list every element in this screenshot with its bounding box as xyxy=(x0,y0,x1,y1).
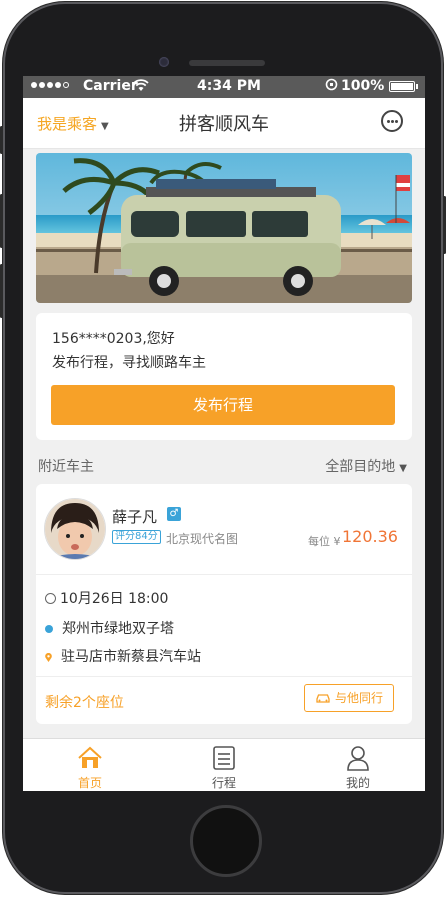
battery-icon xyxy=(389,81,415,92)
location-pin-icon xyxy=(45,653,52,662)
divider xyxy=(36,574,412,575)
page-title: 拼客顺风车 xyxy=(179,114,269,135)
tab-home[interactable]: 首页 xyxy=(23,744,157,791)
destination-text: 驻马店市新蔡县汽车站 xyxy=(61,649,201,665)
status-bar: Carrier 4:34 PM 100% xyxy=(23,76,425,98)
banner-image[interactable] xyxy=(36,153,412,303)
driver-score-badge: 评分84分 xyxy=(112,530,161,544)
origin-text: 郑州市绿地双子塔 xyxy=(62,621,174,637)
volume-up-button xyxy=(0,194,3,248)
departure-time-text: 10月26日 18:00 xyxy=(60,591,169,607)
ride-with-driver-label: 与他同行 xyxy=(334,691,383,705)
driver-card[interactable]: 薛子凡 ♂ 评分84分 北京现代名图 每位 ¥ 120.36 10月26日 18… xyxy=(36,484,412,724)
tab-itinerary-label: 行程 xyxy=(211,776,236,790)
earpiece-speaker xyxy=(189,60,265,66)
power-button xyxy=(443,196,446,254)
itinerary-icon xyxy=(213,746,235,770)
destination-filter[interactable]: 全部目的地 ▼ xyxy=(325,456,407,476)
home-icon xyxy=(78,746,102,768)
battery-percentage: 100% xyxy=(341,78,385,94)
tab-profile-label: 我的 xyxy=(345,776,370,790)
ride-with-driver-button[interactable]: 与他同行 xyxy=(304,684,394,712)
section-title: 附近车主 xyxy=(38,459,94,475)
message-icon[interactable] xyxy=(381,110,403,132)
signal-icon xyxy=(31,82,69,88)
publish-trip-button[interactable]: 发布行程 xyxy=(51,385,395,425)
wifi-icon xyxy=(133,78,149,95)
volume-down-button xyxy=(0,264,3,318)
origin-dot-icon xyxy=(45,625,53,633)
user-icon xyxy=(347,746,369,771)
carrier-name: Carrier xyxy=(83,78,138,94)
tab-profile[interactable]: 我的 xyxy=(291,744,425,791)
greeting-line: 156****0203,您好 xyxy=(52,331,175,347)
greeting-card: 156****0203,您好 发布行程，寻找顺路车主 发布行程 xyxy=(36,313,412,440)
greeting-subline: 发布行程，寻找顺路车主 xyxy=(52,355,206,371)
driver-name: 薛子凡 xyxy=(112,508,158,526)
nearby-drivers-header: 附近车主 全部目的地 ▼ xyxy=(23,450,425,480)
nav-bar: 我是乘客 ▼ 拼客顺风车 xyxy=(23,98,425,149)
vw-bus-beach-illustration xyxy=(36,153,412,303)
caret-down-icon: ▼ xyxy=(399,463,407,474)
destination: 驻马店市新蔡县汽车站 xyxy=(45,646,201,666)
driver-car-model: 北京现代名图 xyxy=(166,532,239,546)
avatar[interactable] xyxy=(44,498,106,560)
male-icon: ♂ xyxy=(167,507,181,521)
price-value: 120.36 xyxy=(342,527,398,546)
price-label: 每位 ¥ xyxy=(308,535,341,548)
destination-filter-label: 全部目的地 xyxy=(325,459,396,475)
car-icon xyxy=(316,694,330,703)
tab-itinerary[interactable]: 行程 xyxy=(157,744,291,791)
seats-remaining: 剩余2个座位 xyxy=(45,695,124,711)
home-button[interactable] xyxy=(190,805,262,877)
origin: 郑州市绿地双子塔 xyxy=(45,618,174,638)
tab-home-label: 首页 xyxy=(77,776,102,790)
mute-switch xyxy=(0,126,3,154)
divider xyxy=(36,676,412,677)
tab-bar: 首页 行程 我的 xyxy=(23,738,425,791)
rotation-lock-icon xyxy=(325,78,338,94)
app-screen: Carrier 4:34 PM 100% 我是乘客 ▼ 拼客顺风车 156***… xyxy=(23,76,425,791)
front-camera xyxy=(159,57,169,67)
clock-icon xyxy=(45,593,56,604)
driver-photo xyxy=(45,499,105,559)
departure-time: 10月26日 18:00 xyxy=(45,588,168,608)
status-time: 4:34 PM xyxy=(197,78,261,94)
